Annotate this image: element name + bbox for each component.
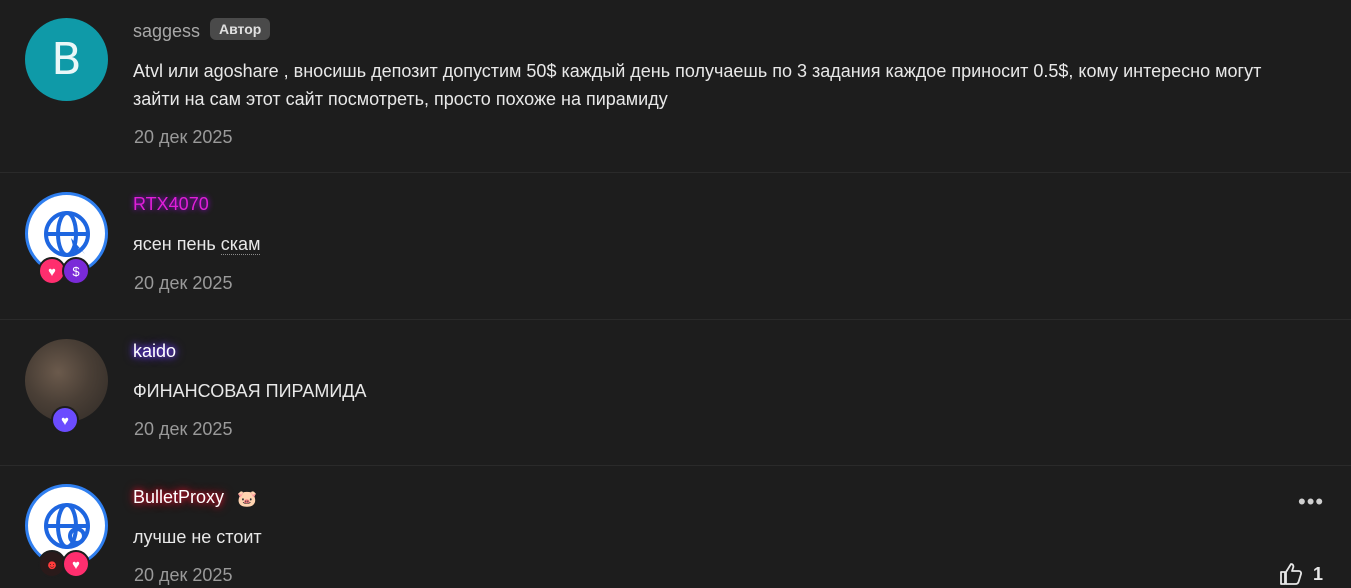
user-badges: ♥ $ [38,257,90,285]
avatar[interactable]: B [25,18,108,101]
user-badges: ☻ ♥ [38,550,90,578]
like-count: 1 [1313,563,1324,584]
comment-text: Atvl или agoshare , вносишь депозит допу… [133,61,1262,109]
divider [0,465,1351,466]
heart-icon[interactable]: ♥ [51,406,79,434]
divider [0,319,1351,320]
thumbs-up-icon [1280,563,1303,585]
username-rtx4070[interactable]: RTX4070 [133,194,209,215]
comment-date[interactable]: 20 дек 2025 [134,273,232,294]
user-flair-icon: 🐷 [237,491,257,508]
comment-text-term[interactable]: скам [220,234,261,255]
username-kaido[interactable]: kaido [133,341,176,362]
comment-date[interactable]: 20 дек 2025 [134,127,232,148]
globe-icon [43,210,90,257]
author-badge: Автор [210,18,271,40]
comment-text: ФИНАНСОВАЯ ПИРАМИДА [133,381,367,401]
heart-icon[interactable]: ♥ [62,550,90,578]
globe-icon [43,502,90,549]
username-bulletproxy[interactable]: BulletProxy [133,487,224,508]
user-badges: ♥ [51,406,79,434]
divider [0,172,1351,173]
like-button[interactable]: 1 [1279,562,1323,586]
dollar-icon[interactable]: $ [62,257,90,285]
comment-date[interactable]: 20 дек 2025 [134,419,232,440]
comment-date[interactable]: 20 дек 2025 [134,565,232,586]
more-icon[interactable]: ••• [1298,489,1324,515]
username-saggess[interactable]: saggess [133,21,200,42]
comment-text-main: ясен пень [133,234,221,254]
comment-text: ясен пень скам [133,230,1303,258]
comment-text: лучше не стоит [133,527,262,547]
